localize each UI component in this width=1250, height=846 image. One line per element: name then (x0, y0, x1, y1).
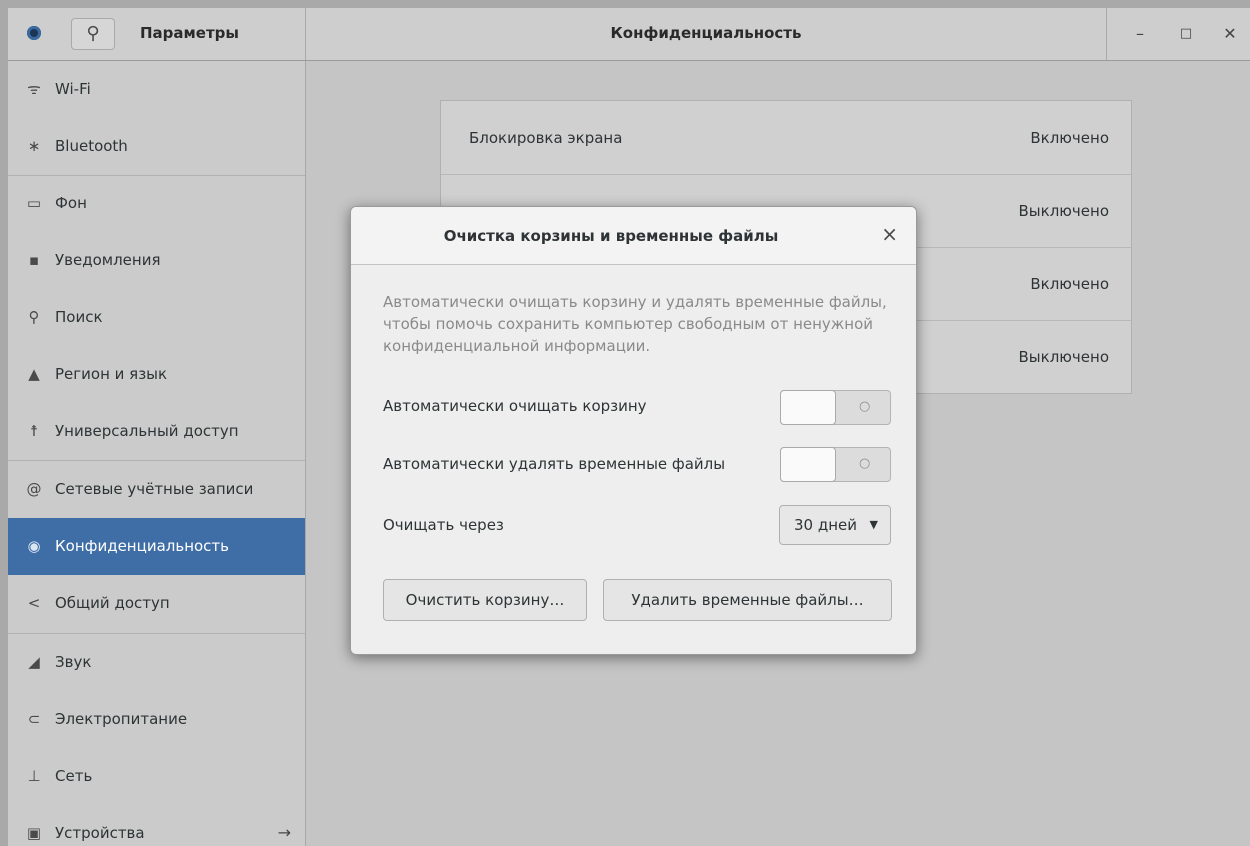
sharing-icon: < (27, 594, 41, 612)
minimize-button[interactable]: – (1120, 8, 1160, 60)
row-value: Включено (1030, 275, 1109, 293)
sidebar-item-notifications[interactable]: ▪ Уведомления (8, 232, 305, 289)
search-icon: ⚲ (28, 308, 40, 326)
privacy-row-screen-lock[interactable]: Блокировка экрана Включено (441, 101, 1131, 175)
row-value: Выключено (1018, 348, 1109, 366)
app-title: Параметры (140, 24, 239, 42)
maximize-button[interactable]: □ (1166, 8, 1206, 60)
switch-off-icon: ○ (859, 399, 871, 414)
sidebar-item-network[interactable]: ⊥ Сеть (8, 748, 305, 805)
sidebar-item-wifi[interactable]: ᯤ Wi-Fi (8, 61, 305, 118)
close-icon: × (881, 222, 898, 246)
header-left: ⚲ Параметры (8, 8, 306, 60)
background-icon: ▭ (26, 194, 42, 212)
sidebar-item-label: Фон (55, 194, 87, 212)
auto-purge-temp-label: Автоматически удалять временные файлы (383, 455, 726, 473)
dialog-close-button[interactable]: × (881, 222, 898, 246)
combo-value: 30 дней (794, 516, 858, 534)
chevron-down-icon: ▼ (869, 518, 878, 531)
header-bar: ⚲ Параметры Конфиденциальность – □ ✕ (8, 8, 1250, 61)
purge-temp-files-button[interactable]: Удалить временные файлы… (603, 579, 892, 621)
sidebar-item-sharing[interactable]: < Общий доступ (8, 575, 305, 632)
sidebar-item-search[interactable]: ⚲ Поиск (8, 289, 305, 346)
sound-icon: ◢ (28, 653, 40, 671)
sidebar-item-label: Уведомления (55, 251, 161, 269)
row-value: Выключено (1018, 202, 1109, 220)
search-icon: ⚲ (86, 23, 100, 44)
sidebar-item-label: Общий доступ (55, 594, 170, 612)
sidebar-item-label: Электропитание (55, 710, 188, 728)
notifications-icon: ▪ (28, 251, 40, 269)
dialog-description: Автоматически очищать корзину и удалять … (383, 293, 887, 355)
empty-trash-button[interactable]: Очистить корзину… (383, 579, 587, 621)
power-icon: ⊂ (27, 710, 41, 728)
maximize-icon: □ (1179, 26, 1193, 41)
switch-knob (780, 390, 836, 425)
network-icon: ⊥ (27, 767, 41, 785)
auto-empty-trash-label: Автоматически очищать корзину (383, 397, 647, 415)
purge-dialog: Очистка корзины и временные файлы × Авто… (350, 206, 917, 655)
sidebar-item-label: Wi-Fi (55, 80, 91, 98)
sidebar-item-label: Сетевые учётные записи (55, 480, 254, 498)
purge-after-combo[interactable]: 30 дней ▼ (779, 505, 891, 545)
minimize-icon: – (1136, 24, 1144, 43)
online-accounts-icon: @ (26, 480, 42, 498)
sidebar-item-label: Универсальный доступ (55, 422, 239, 440)
sidebar-item-sound[interactable]: ◢ Звук (8, 634, 305, 691)
auto-empty-trash-switch[interactable]: ○ (780, 390, 891, 425)
sidebar-item-label: Bluetooth (55, 137, 128, 155)
sidebar-item-label: Поиск (55, 308, 103, 326)
sidebar: ᯤ Wi-Fi ∗ Bluetooth ▭ Фон ▪ Уведомления … (8, 61, 306, 846)
sidebar-item-online-accounts[interactable]: @ Сетевые учётные записи (8, 461, 305, 518)
sidebar-item-label: Устройства (55, 824, 145, 842)
sidebar-item-label: Звук (55, 653, 92, 671)
page-title: Конфиденциальность (610, 24, 802, 42)
sidebar-item-region[interactable]: ▲ Регион и язык (8, 346, 305, 403)
privacy-icon: ◉ (27, 537, 41, 555)
window-controls-separator (1106, 8, 1107, 60)
arrow-right-icon: → (277, 823, 291, 842)
sidebar-item-bluetooth[interactable]: ∗ Bluetooth (8, 118, 305, 175)
bluetooth-icon: ∗ (27, 137, 41, 155)
wifi-icon: ᯤ (27, 80, 41, 98)
sidebar-item-accessibility[interactable]: ☨ Универсальный доступ (8, 403, 305, 460)
search-button[interactable]: ⚲ (71, 18, 115, 50)
settings-app-icon (27, 26, 41, 40)
region-icon: ▲ (28, 365, 40, 383)
settings-window: ⚲ Параметры Конфиденциальность – □ ✕ ᯤ W… (8, 8, 1250, 846)
sidebar-item-power[interactable]: ⊂ Электропитание (8, 691, 305, 748)
close-window-button[interactable]: ✕ (1210, 8, 1250, 60)
sidebar-item-background[interactable]: ▭ Фон (8, 175, 305, 232)
close-icon: ✕ (1223, 24, 1237, 43)
sidebar-item-label: Сеть (55, 767, 93, 785)
sidebar-item-privacy[interactable]: ◉ Конфиденциальность (8, 518, 305, 575)
auto-purge-temp-switch[interactable]: ○ (780, 447, 891, 482)
accessibility-icon: ☨ (29, 422, 39, 440)
sidebar-item-label: Конфиденциальность (55, 537, 230, 555)
switch-knob (780, 447, 836, 482)
dialog-title: Очистка корзины и временные файлы (443, 227, 779, 245)
purge-after-label: Очищать через (383, 516, 504, 534)
row-value: Включено (1030, 129, 1109, 147)
switch-off-icon: ○ (859, 456, 871, 471)
dialog-header: Очистка корзины и временные файлы × (351, 207, 916, 265)
devices-icon: ▣ (26, 824, 42, 842)
sidebar-item-label: Регион и язык (55, 365, 168, 383)
sidebar-item-devices[interactable]: ▣ Устройства → (8, 805, 305, 846)
row-label: Блокировка экрана (469, 129, 623, 147)
